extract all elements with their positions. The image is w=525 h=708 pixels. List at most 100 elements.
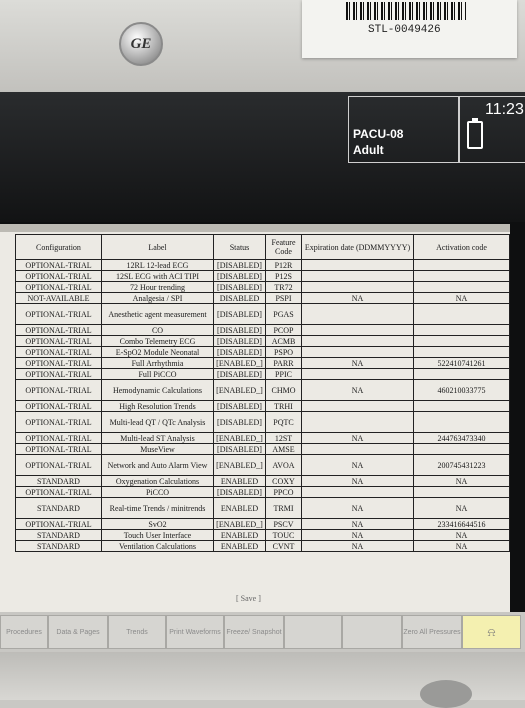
- feature-code-cell: COXY: [265, 475, 302, 487]
- expiration-cell[interactable]: [301, 443, 414, 455]
- expiration-cell[interactable]: [301, 259, 414, 271]
- expiration-cell[interactable]: [301, 324, 414, 336]
- expiration-cell[interactable]: NA: [301, 497, 414, 519]
- status-cell: [ENABLED_]: [213, 379, 266, 401]
- feature-code-cell: P12R: [265, 259, 302, 271]
- table-row[interactable]: OPTIONAL-TRIAL Multi-lead ST Analysis [ENA…: [15, 432, 510, 444]
- table-row[interactable]: OPTIONAL-TRIAL Combo Telemetry ECG [DISABL…: [15, 335, 510, 347]
- activation-code-cell[interactable]: [413, 346, 510, 358]
- expiration-cell[interactable]: NA: [301, 529, 414, 541]
- activation-code-cell[interactable]: 233416644516: [413, 518, 510, 530]
- expiration-cell[interactable]: [301, 411, 414, 433]
- activation-code-cell[interactable]: NA: [413, 497, 510, 519]
- activation-code-cell[interactable]: NA: [413, 529, 510, 541]
- activation-code-cell[interactable]: 200745431223: [413, 454, 510, 476]
- label-cell: Anesthetic agent measurement: [101, 303, 214, 325]
- expiration-cell[interactable]: NA: [301, 292, 414, 304]
- activation-code-cell[interactable]: [413, 324, 510, 336]
- activation-code-cell[interactable]: [413, 368, 510, 380]
- config-cell: OPTIONAL-TRIAL: [15, 259, 102, 271]
- table-row[interactable]: STANDARD Oxygenation Calculations ENABLED C…: [15, 475, 510, 487]
- col-header: Expiration date (DDMMYYYY): [301, 234, 414, 260]
- expiration-cell[interactable]: [301, 486, 414, 498]
- status-cell: [DISABLED]: [213, 368, 266, 380]
- label-cell: Ventilation Calculations: [101, 540, 214, 552]
- activation-code-cell[interactable]: 460210033775: [413, 379, 510, 401]
- table-row[interactable]: STANDARD Touch User Interface ENABLED TOUC N…: [15, 529, 510, 541]
- menu-print-waveforms[interactable]: Print Waveforms: [166, 615, 224, 649]
- feature-code-cell: AVOA: [265, 454, 302, 476]
- activation-code-cell[interactable]: NA: [413, 292, 510, 304]
- expiration-cell[interactable]: NA: [301, 357, 414, 369]
- activation-code-cell[interactable]: NA: [413, 475, 510, 487]
- config-cell: OPTIONAL-TRIAL: [15, 303, 102, 325]
- table-row[interactable]: OPTIONAL-TRIAL 12RL 12-lead ECG [DISABLED]…: [15, 259, 510, 271]
- table-row[interactable]: OPTIONAL-TRIAL SvO2 [ENABLED_] PSCV NA 233416…: [15, 518, 510, 530]
- menu-trends[interactable]: Trends: [108, 615, 166, 649]
- expiration-cell[interactable]: NA: [301, 518, 414, 530]
- expiration-cell[interactable]: [301, 400, 414, 412]
- label-cell: 12RL 12-lead ECG: [101, 259, 214, 271]
- status-cell: [DISABLED]: [213, 486, 266, 498]
- expiration-cell[interactable]: NA: [301, 379, 414, 401]
- menu-procedures[interactable]: Procedures: [0, 615, 48, 649]
- table-row[interactable]: OPTIONAL-TRIAL PiCCO [DISABLED] PPCO: [15, 486, 510, 498]
- table-row[interactable]: OPTIONAL-TRIAL Full Arrhythmia [ENABLED_] P…: [15, 357, 510, 369]
- config-cell: OPTIONAL-TRIAL: [15, 335, 102, 347]
- activation-code-cell[interactable]: [413, 281, 510, 293]
- table-row[interactable]: OPTIONAL-TRIAL High Resolution Trends [DIS…: [15, 400, 510, 412]
- expiration-cell[interactable]: NA: [301, 454, 414, 476]
- config-cell: STANDARD: [15, 497, 102, 519]
- config-cell: OPTIONAL-TRIAL: [15, 270, 102, 282]
- menu-blank-1[interactable]: [284, 615, 342, 649]
- table-row[interactable]: OPTIONAL-TRIAL 72 Hour trending [DISABLED]…: [15, 281, 510, 293]
- table-row[interactable]: OPTIONAL-TRIAL MuseView [DISABLED] AMSE: [15, 443, 510, 455]
- menu-zero-all-pressures[interactable]: Zero All Pressures: [402, 615, 462, 649]
- expiration-cell[interactable]: [301, 346, 414, 358]
- table-row[interactable]: STANDARD Ventilation Calculations ENABLED C…: [15, 540, 510, 552]
- table-row[interactable]: NOT-AVAILABLE Analgesia / SPI DISABLED PSPI…: [15, 292, 510, 304]
- alarm-bell-button[interactable]: ⍾: [462, 615, 521, 649]
- label-cell: Combo Telemetry ECG: [101, 335, 214, 347]
- expiration-cell[interactable]: NA: [301, 432, 414, 444]
- menu-blank-2[interactable]: [342, 615, 402, 649]
- config-cell: STANDARD: [15, 540, 102, 552]
- feature-code-cell: PPCO: [265, 486, 302, 498]
- table-row[interactable]: OPTIONAL-TRIAL E-SpO2 Module Neonatal [DIS…: [15, 346, 510, 358]
- activation-code-cell[interactable]: 244763473340: [413, 432, 510, 444]
- table-row[interactable]: OPTIONAL-TRIAL 12SL ECG with ACI TIPI [DIS…: [15, 270, 510, 282]
- activation-code-cell[interactable]: [413, 335, 510, 347]
- table-row[interactable]: OPTIONAL-TRIAL Hemodynamic Calculations [E…: [15, 379, 510, 401]
- label-cell: Analgesia / SPI: [101, 292, 214, 304]
- activation-code-cell[interactable]: NA: [413, 540, 510, 552]
- activation-code-cell[interactable]: [413, 486, 510, 498]
- activation-code-cell[interactable]: [413, 303, 510, 325]
- expiration-cell[interactable]: [301, 335, 414, 347]
- activation-code-cell[interactable]: 522410741261: [413, 357, 510, 369]
- menu-data-pages[interactable]: Data & Pages: [48, 615, 108, 649]
- table-row[interactable]: OPTIONAL-TRIAL Anesthetic agent measureme…: [15, 303, 510, 325]
- feature-code-cell: P12S: [265, 270, 302, 282]
- expiration-cell[interactable]: [301, 281, 414, 293]
- trim-knob[interactable]: [420, 680, 472, 708]
- table-row[interactable]: OPTIONAL-TRIAL Full PiCCO [DISABLED] PPIC: [15, 368, 510, 380]
- table-row[interactable]: STANDARD Real-time Trends / minitrends ENA…: [15, 497, 510, 519]
- table-row[interactable]: OPTIONAL-TRIAL Multi-lead QT / QTc Analys…: [15, 411, 510, 433]
- menu-freeze-snapshot[interactable]: Freeze/ Snapshot: [224, 615, 284, 649]
- expiration-cell[interactable]: NA: [301, 475, 414, 487]
- activation-code-cell[interactable]: [413, 443, 510, 455]
- activation-code-cell[interactable]: [413, 400, 510, 412]
- table-row[interactable]: OPTIONAL-TRIAL Network and Auto Alarm Vie…: [15, 454, 510, 476]
- expiration-cell[interactable]: NA: [301, 540, 414, 552]
- expiration-cell[interactable]: [301, 303, 414, 325]
- patient-info-box[interactable]: PACU-08 Adult: [348, 96, 460, 163]
- expiration-cell[interactable]: [301, 270, 414, 282]
- feature-code-cell: PARR: [265, 357, 302, 369]
- save-button[interactable]: [ Save ]: [236, 594, 261, 603]
- expiration-cell[interactable]: [301, 368, 414, 380]
- table-row[interactable]: OPTIONAL-TRIAL CO [DISABLED] PCOP: [15, 324, 510, 336]
- config-cell: NOT-AVAILABLE: [15, 292, 102, 304]
- activation-code-cell[interactable]: [413, 411, 510, 433]
- activation-code-cell[interactable]: [413, 270, 510, 282]
- activation-code-cell[interactable]: [413, 259, 510, 271]
